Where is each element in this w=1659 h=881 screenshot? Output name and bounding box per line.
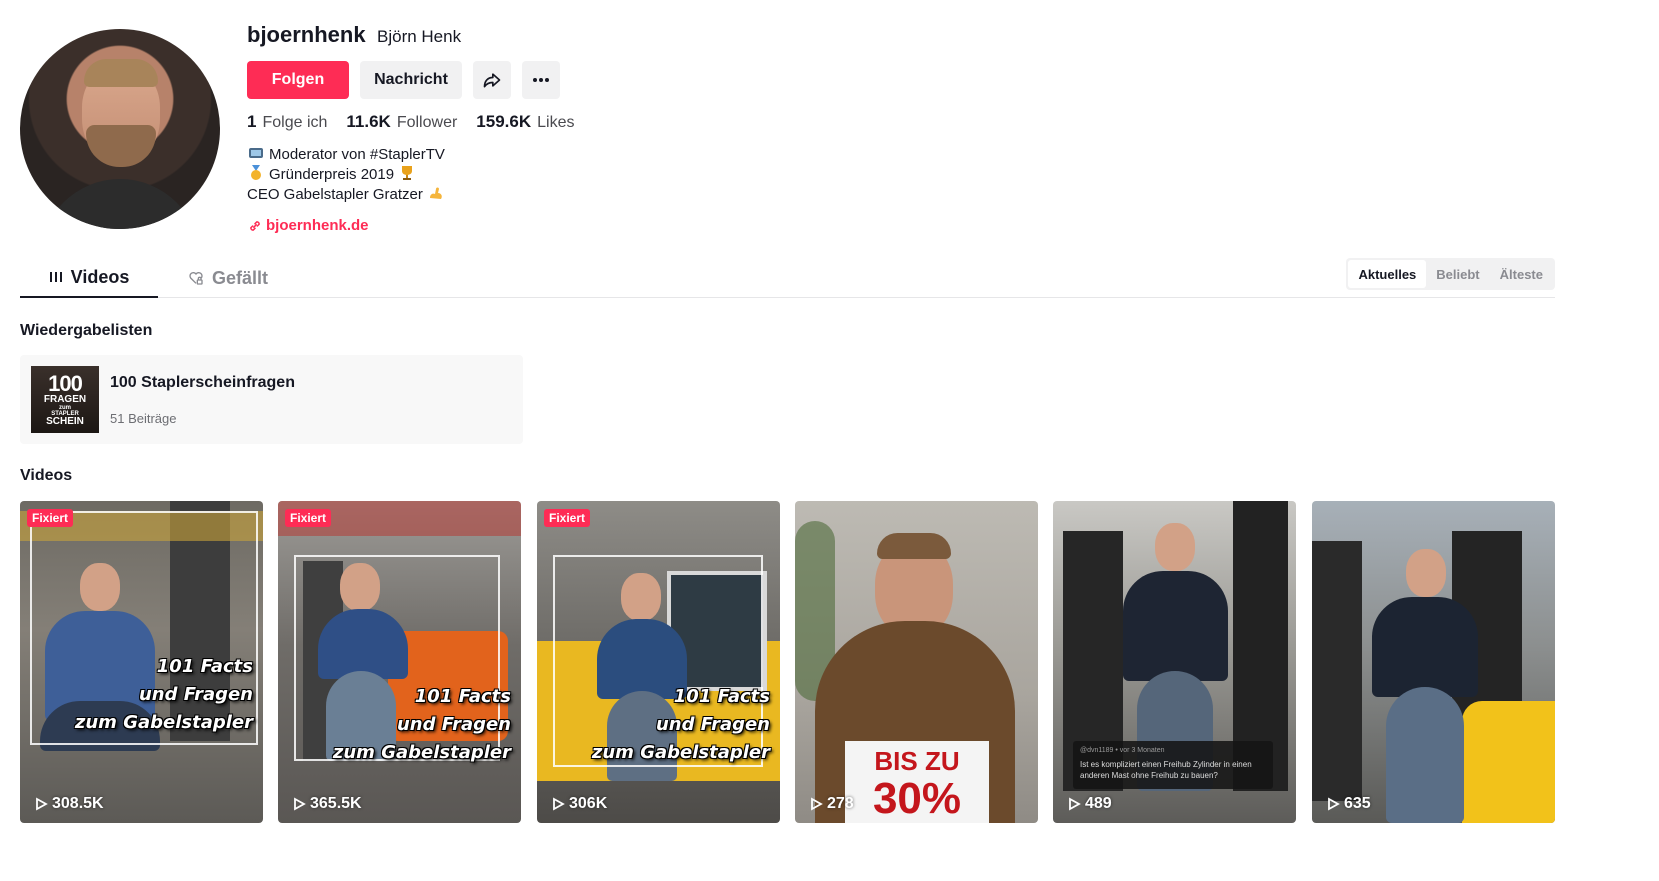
pinned-badge: Fixiert	[27, 509, 74, 527]
bio-text: Gründerpreis 2019	[269, 166, 395, 183]
tab-label: Gefällt	[212, 267, 269, 288]
trophy-icon	[398, 165, 416, 186]
share-button[interactable]	[473, 61, 511, 99]
stat-following[interactable]: 1 Folge ich	[247, 112, 327, 132]
video-card[interactable]: Fixiert 101 Facts und Fragen zum Gabelst…	[278, 501, 521, 823]
tab-label: Videos	[70, 266, 130, 287]
video-caption: 101 Facts und Fragen zum Gabelstapler	[591, 686, 770, 763]
stat-label: Folge ich	[262, 114, 328, 131]
profile-tabs: Videos Gefällt Aktuelles Beliebt Älteste	[20, 258, 1555, 298]
playlists-title: Wiedergabelisten	[20, 322, 153, 339]
play-icon	[1328, 797, 1340, 811]
video-caption: 101 Facts und Fragen zum Gabelstapler	[74, 656, 253, 733]
bio-text: Moderator von #StaplerTV	[269, 146, 445, 163]
heart-lock-icon	[189, 272, 203, 285]
view-count: 308.5K	[34, 795, 104, 813]
follow-button[interactable]: Folgen	[247, 61, 349, 99]
sort-toggle: Aktuelles Beliebt Älteste	[1346, 258, 1555, 290]
avatar[interactable]	[20, 29, 220, 229]
stat-value: 1	[247, 112, 257, 131]
pinned-badge: Fixiert	[285, 509, 332, 527]
bio: Moderator von #StaplerTV Gründerpreis 20…	[247, 145, 445, 205]
medal-icon	[247, 164, 265, 186]
play-icon	[1069, 797, 1081, 811]
link-icon	[250, 220, 260, 231]
bio-line: CEO Gabelstapler Gratzer	[247, 185, 445, 205]
playlist-card[interactable]: 100 FRAGEN zum STAPLER SCHEIN 100 Staple…	[20, 355, 523, 444]
more-button[interactable]	[522, 61, 560, 99]
nickname: Björn Henk	[377, 27, 462, 46]
comment-overlay: @dvn1189 • vor 3 Monaten Ist es komplizi…	[1073, 741, 1273, 789]
message-button[interactable]: Nachricht	[360, 61, 462, 99]
video-card[interactable]: Fixiert 101 Facts und Fragen zum Gabelst…	[20, 501, 263, 823]
tab-liked[interactable]: Gefällt	[188, 258, 268, 298]
stat-label: Follower	[396, 114, 458, 131]
pinned-badge: Fixiert	[544, 509, 591, 527]
profile-stats: 1 Folge ich 11.6K Follower 159.6K Likes	[247, 112, 593, 132]
share-icon	[483, 73, 501, 88]
stat-value: 159.6K	[476, 112, 532, 131]
play-icon	[811, 797, 823, 811]
video-card[interactable]: BIS ZU 30% 278	[795, 501, 1038, 823]
video-grid: Fixiert 101 Facts und Fragen zum Gabelst…	[20, 501, 1555, 823]
grid-icon	[49, 272, 62, 282]
video-caption: 101 Facts und Fragen zum Gabelstapler	[332, 686, 511, 763]
playlist-title: 100 Staplerscheinfragen	[110, 374, 295, 391]
promo-banner: BIS ZU 30%	[845, 741, 989, 823]
sort-popular[interactable]: Beliebt	[1426, 260, 1489, 288]
bio-line: Gründerpreis 2019	[247, 164, 445, 186]
view-count: 278	[809, 795, 854, 813]
thumb-text: 100	[48, 370, 83, 396]
stat-followers[interactable]: 11.6K Follower	[346, 112, 457, 132]
username: bjoernhenk	[247, 22, 366, 47]
muscle-icon	[427, 185, 445, 206]
video-card[interactable]: @dvn1189 • vor 3 Monaten Ist es komplizi…	[1053, 501, 1296, 823]
thumb-text: SCHEIN	[46, 415, 84, 427]
website-link-text: bjoernhenk.de	[266, 217, 369, 234]
sort-latest[interactable]: Aktuelles	[1348, 260, 1427, 288]
video-card[interactable]: 635	[1312, 501, 1555, 823]
playlist-thumbnail: 100 FRAGEN zum STAPLER SCHEIN	[31, 366, 99, 433]
thumb-text: FRAGEN	[43, 393, 87, 405]
bio-line: Moderator von #StaplerTV	[247, 145, 445, 165]
bio-text: CEO Gabelstapler Gratzer	[247, 186, 423, 203]
video-card[interactable]: Fixiert 101 Facts und Fragen zum Gabelst…	[537, 501, 780, 823]
stat-label: Likes	[537, 114, 575, 131]
sort-oldest[interactable]: Älteste	[1490, 260, 1553, 288]
profile-page: bjoernhenk Björn Henk Folgen Nachricht 1…	[0, 0, 1659, 881]
website-link[interactable]: bjoernhenk.de	[248, 217, 369, 234]
stat-value: 11.6K	[346, 112, 391, 131]
play-icon	[36, 797, 48, 811]
videos-title: Videos	[20, 467, 73, 484]
tv-icon	[247, 145, 265, 165]
view-count: 365.5K	[292, 795, 362, 813]
stat-likes: 159.6K Likes	[476, 112, 574, 132]
view-count: 635	[1326, 795, 1371, 813]
play-icon	[553, 797, 565, 811]
play-icon	[294, 797, 306, 811]
tab-videos[interactable]: Videos	[20, 258, 158, 298]
view-count: 489	[1067, 795, 1112, 813]
more-icon	[533, 78, 549, 82]
view-count: 306K	[551, 795, 607, 813]
playlist-count: 51 Beiträge	[110, 411, 177, 426]
